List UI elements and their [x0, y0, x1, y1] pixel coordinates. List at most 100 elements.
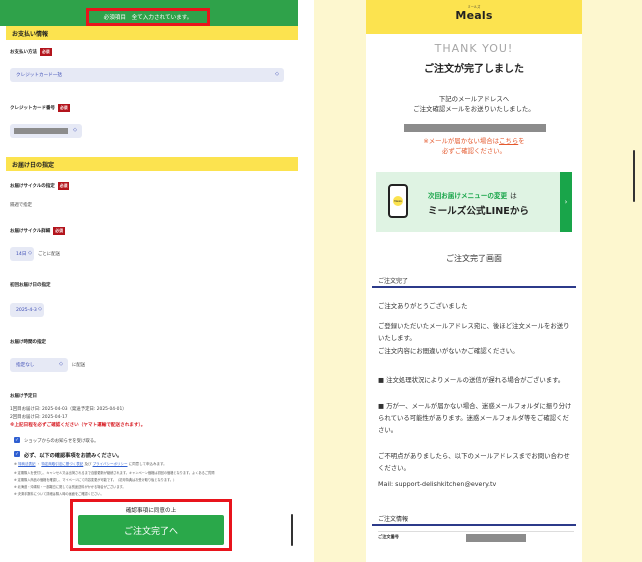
banner-line-1-text: 次回お届けメニューの変更	[428, 192, 508, 200]
body-paragraph-2: ご注文内容にお間違いがないかご確認ください。	[378, 347, 519, 355]
scrollbar[interactable]	[291, 514, 293, 546]
fee-note: ※ 決済手数料について詳細は購入時の画面をご確認ください。	[14, 492, 104, 496]
payment-method-value: クレジットカード一括	[16, 73, 62, 78]
body-paragraph-5: ご不明点がありましたら、以下のメールアドレスまでお問い合わせください。	[378, 452, 570, 473]
thank-you-heading: THANK YOU!	[434, 42, 514, 55]
schedule-line-2: 2回目お届け日: 2025-04-17	[10, 415, 68, 420]
required-badge: 必須	[40, 48, 52, 56]
confirmation-content: ミールズ Meals THANK YOU! ご注文が完了しました 下記のメールア…	[366, 0, 582, 562]
warn-line-2: 必ずご確認ください。	[442, 147, 506, 155]
mail-msg-line-1: 下記のメールアドレスへ	[438, 95, 510, 103]
payment-method-select[interactable]: クレジットカード一括 ◇	[10, 68, 284, 82]
card-number-label-text: クレジットカード番号	[10, 106, 55, 111]
confirmation-panel: ミールズ Meals THANK YOU! ご注文が完了しました 下記のメールア…	[314, 0, 642, 562]
select-chevron-icon: ◇	[28, 250, 32, 256]
order-number-redacted	[466, 534, 526, 542]
delivery-time-suffix: に配送	[72, 363, 86, 368]
delivery-time-label-text: お届け時間の指定	[10, 340, 46, 345]
order-done-bar: ご注文完了	[372, 274, 576, 288]
complete-order-button[interactable]: ご注文完了へ	[78, 515, 224, 545]
delivery-time-label: お届け時間の指定	[10, 339, 46, 345]
agreement-note: ※ 特商法表記 ・ 特定商取引法に基づく表記 及び プライバシーポリシー に同意…	[14, 462, 167, 467]
delivery-time-select[interactable]: 指定なし ◇	[10, 358, 68, 372]
meals-header: ミールズ Meals	[366, 0, 582, 34]
tokushoho-link[interactable]: 特商法表記	[18, 462, 36, 466]
select-chevron-icon: ◇	[73, 127, 77, 133]
price-note: ※ 定期購入商品の価格を確認し、マイページにて内容変更が可能です。（初月特典はお…	[14, 478, 177, 482]
order-form-panel: 必須項目 全て入力されています。 お支払い情報 お支払い方法 必須 クレジットカ…	[0, 0, 298, 562]
first-date-label-text: 初回お届け日の指定	[10, 283, 51, 288]
delivery-cycle-label-text: お届けサイクルの指定	[10, 184, 55, 189]
banner-line-2: ミールズ公式LINEから	[428, 206, 530, 217]
mail-warning: ※メールが届かない場合はこちらを 必ずご確認ください。	[366, 136, 582, 156]
note-and: 及び	[84, 462, 92, 466]
delivery-time-value: 指定なし	[16, 363, 35, 368]
select-chevron-icon: ◇	[275, 71, 279, 77]
delivery-cycle-label: お届けサイクルの指定 必須	[10, 182, 70, 190]
shop-notice-checkbox[interactable]: ✓	[14, 437, 20, 443]
shipping-note: ※ 北海道・沖縄県・一部離島に関しては別途送料がかかる場合がございます。	[14, 485, 126, 489]
completion-screen-title: ご注文完了画面	[446, 254, 502, 263]
divider	[378, 531, 574, 532]
cycle-detail-label-text: お届けサイクル詳細	[10, 229, 51, 234]
select-chevron-icon: ◇	[59, 361, 63, 367]
payment-method-label-text: お支払い方法	[10, 50, 37, 55]
schedule-label-text: お届け予定日	[10, 394, 37, 399]
card-number-select[interactable]: ◇	[10, 124, 82, 138]
card-number-label: クレジットカード番号 必須	[10, 104, 70, 112]
commerce-law-link[interactable]: 特定商取引法に基づく表記	[41, 462, 83, 466]
required-badge: 必須	[58, 104, 70, 112]
cta-highlight: 確認事項に同意の上 ご注文完了へ	[70, 499, 232, 551]
schedule-warning: ※上記日程を必ずご確認ください（ヤマト運輸で配送されます）。	[10, 423, 146, 428]
note-prefix: ※	[14, 462, 17, 466]
subscription-note: ※ 定期購入を受付し、キャンセル又は出荷されるまで自動更新が継続されます。キャン…	[14, 471, 215, 475]
confirm-checkbox[interactable]: ✓	[14, 451, 20, 457]
cycle-detail-label: お届けサイクル詳細 必須	[10, 227, 65, 235]
banner-line-1: 次回お届けメニューの変更は	[428, 190, 517, 200]
screenshot-composite: 必須項目 全て入力されています。 お支払い情報 お支払い方法 必須 クレジットカ…	[0, 0, 642, 562]
schedule-line-1: 1回目お届け日: 2025-04-03（発送予定日: 2025-04-01）	[10, 407, 127, 412]
select-chevron-icon: ◇	[38, 306, 42, 312]
phone-badge: Meals	[393, 196, 403, 206]
delivery-cycle-value: 隔週で指定	[10, 203, 32, 208]
order-complete-title: ご注文が完了しました	[424, 64, 524, 75]
order-info-bar: ご注文情報	[372, 512, 576, 526]
banner-line-1-suffix: は	[510, 192, 517, 200]
line-banner[interactable]: Meals 次回お届けメニューの変更は ミールズ公式LINEから ›	[376, 172, 572, 232]
warn-prefix: ※メールが届かない場合は	[423, 137, 500, 145]
note-separator: ・	[36, 462, 41, 466]
payment-section-title: お支払い情報	[6, 26, 298, 40]
email-redacted	[404, 124, 546, 132]
support-mail[interactable]: Mail: support-delishkitchen@every.tv	[378, 478, 574, 490]
first-date-label: 初回お届け日の指定	[10, 282, 51, 288]
scrollbar[interactable]	[633, 150, 635, 202]
schedule-label: お届け予定日	[10, 393, 37, 399]
required-badge: 必須	[57, 182, 70, 190]
cycle-detail-select[interactable]: 14日 ◇	[10, 247, 34, 261]
delivery-section-title: お届け日の指定	[6, 157, 298, 171]
order-number-label: ご注文番号	[378, 534, 399, 539]
card-number-redacted	[14, 128, 68, 134]
confirm-heading: 必ず、以下の確認事項をお読みください。	[24, 453, 123, 459]
cycle-detail-suffix: ごとに配送	[38, 252, 60, 257]
body-paragraph-1: ご登録いただいたメールアドレス宛に、後ほど注文メールをお送りいたします。	[378, 322, 570, 343]
meals-logo[interactable]: Meals	[366, 9, 582, 22]
privacy-policy-link[interactable]: プライバシーポリシー	[93, 462, 128, 466]
body-paragraph-3: ■ 注文処理状況によりメールの送信が遅れる場合がございます。	[378, 376, 565, 384]
required-complete-notice: 必須項目 全て入力されています。	[86, 8, 210, 26]
help-link[interactable]: こちら	[499, 137, 518, 145]
warn-suffix: を	[518, 137, 525, 145]
chevron-right-icon[interactable]: ›	[560, 172, 572, 232]
payment-method-label: お支払い方法 必須	[10, 48, 52, 56]
required-badge: 必須	[53, 227, 65, 235]
cycle-detail-value: 14日	[16, 252, 27, 257]
note-suffix: に同意して申込みます。	[128, 462, 167, 466]
first-date-select[interactable]: 2025-4-3 ◇	[10, 303, 44, 317]
shop-notice-label: ショップからのお知らせを受け取る。	[24, 439, 99, 444]
mail-sent-message: 下記のメールアドレスへ ご注文確認メールをお送りいたしました。	[366, 94, 582, 114]
body-paragraph-4: ■ 万が一、メールが届かない場合、迷惑メールフォルダに振り分けられている可能性が…	[378, 402, 572, 435]
cta-caption: 確認事項に同意の上	[125, 508, 177, 514]
thanks-line: ご注文ありがとうございました	[378, 302, 468, 310]
phone-icon: Meals	[388, 184, 408, 218]
first-date-value: 2025-4-3	[16, 307, 37, 313]
